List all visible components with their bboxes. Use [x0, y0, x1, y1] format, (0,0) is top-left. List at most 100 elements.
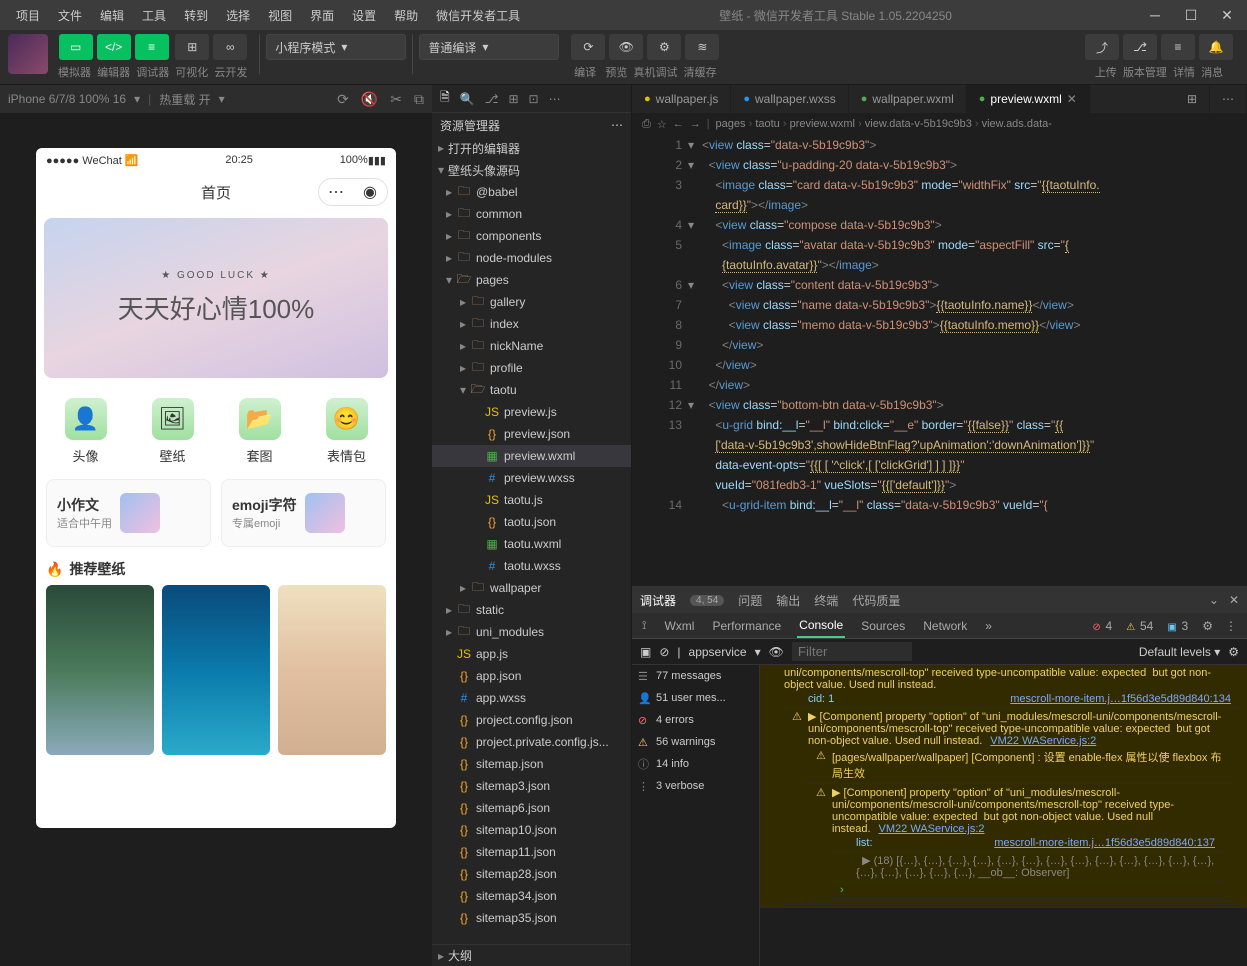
- tree-item[interactable]: {}app.json: [432, 665, 631, 687]
- tree-item[interactable]: ▸🗀wallpaper: [432, 577, 631, 599]
- tree-item[interactable]: #taotu.wxss: [432, 555, 631, 577]
- cloud-button[interactable]: ∞: [213, 34, 247, 60]
- mode-select[interactable]: 小程序模式▾: [266, 34, 406, 60]
- git-icon[interactable]: ⎇: [485, 92, 499, 106]
- minimize-button[interactable]: ─: [1143, 7, 1167, 24]
- log-entry[interactable]: ⚠▶ [Component] property "option" of "uni…: [808, 784, 1231, 902]
- compile-mode-select[interactable]: 普通编译▾: [419, 34, 559, 60]
- filter-input[interactable]: [792, 642, 912, 661]
- elements-icon[interactable]: ⟟: [640, 614, 648, 637]
- breadcrumb-item[interactable]: view.ads.data-: [982, 118, 1052, 130]
- settings-icon[interactable]: ⚙: [1200, 615, 1215, 637]
- thumb[interactable]: [162, 585, 270, 755]
- levels-select[interactable]: Default levels ▾: [1139, 645, 1220, 659]
- msg-filter[interactable]: 👤51 user mes...: [632, 687, 759, 709]
- maximize-button[interactable]: ☐: [1179, 7, 1203, 24]
- refresh-icon[interactable]: ⟳: [337, 91, 349, 108]
- fwd-icon[interactable]: →: [690, 118, 701, 130]
- msg-filter[interactable]: ⓘ14 info: [632, 753, 759, 775]
- log-source[interactable]: VM22 WAService.js:2: [990, 735, 1096, 747]
- close-button[interactable]: ✕: [1215, 7, 1239, 24]
- menu-item[interactable]: 项目: [8, 3, 48, 28]
- gear-icon[interactable]: ⚙: [1228, 645, 1239, 659]
- tree-item[interactable]: ▦taotu.wxml: [432, 533, 631, 555]
- clear-button[interactable]: ≋: [685, 34, 719, 60]
- device-select[interactable]: iPhone 6/7/8 100% 16: [8, 92, 126, 106]
- tree-item[interactable]: {}sitemap34.json: [432, 885, 631, 907]
- category-item[interactable]: 📂套图: [239, 398, 281, 465]
- breadcrumb-icon[interactable]: ⎙: [642, 118, 651, 131]
- outline-section[interactable]: ▸大纲: [432, 944, 631, 966]
- editor-tab[interactable]: ●wallpaper.js: [632, 85, 731, 113]
- breadcrumb-item[interactable]: pages: [716, 118, 746, 130]
- tree-item[interactable]: ▾🗁taotu: [432, 379, 631, 401]
- layout-icon[interactable]: ⊞: [508, 92, 518, 106]
- mute-icon[interactable]: 🔇: [361, 91, 378, 108]
- tree-item[interactable]: ▸🗀node-modules: [432, 247, 631, 269]
- phone-preview[interactable]: ●●●●● WeChat 📶 20:25 100% ▮▮▮ 首页 ⋯◉ ★ GO…: [36, 148, 396, 828]
- breadcrumb-item[interactable]: taotu: [755, 118, 779, 130]
- msg-filter[interactable]: ⊘4 errors: [632, 709, 759, 731]
- thumb[interactable]: [46, 585, 154, 755]
- breadcrumb-item[interactable]: view.data-v-5b19c9b3: [865, 118, 972, 130]
- popout-icon[interactable]: ⧉: [414, 91, 424, 108]
- tree-item[interactable]: JSapp.js: [432, 643, 631, 665]
- menu-item[interactable]: 视图: [260, 3, 300, 28]
- back-icon[interactable]: ←: [673, 118, 684, 130]
- preview-button[interactable]: 👁: [609, 34, 643, 60]
- tree-item[interactable]: ▸🗀@babel: [432, 181, 631, 203]
- tree-item[interactable]: {}preview.json: [432, 423, 631, 445]
- tree-item[interactable]: ▾🗁pages: [432, 269, 631, 291]
- tab-problems[interactable]: 问题: [738, 592, 762, 609]
- group-editors[interactable]: ▸打开的编辑器: [432, 137, 631, 159]
- tree-item[interactable]: ▸🗀components: [432, 225, 631, 247]
- tree-item[interactable]: {}sitemap35.json: [432, 907, 631, 929]
- tree-item[interactable]: ▸🗀uni_modules: [432, 621, 631, 643]
- tree-item[interactable]: {}project.private.config.js...: [432, 731, 631, 753]
- tree-item[interactable]: ▸🗀common: [432, 203, 631, 225]
- log-entry[interactable]: ▶ (18) [{…}, {…}, {…}, {…}, {…}, {…}, {……: [832, 852, 1223, 882]
- tab-network[interactable]: Network: [921, 615, 969, 637]
- upload-button[interactable]: ⤴: [1085, 34, 1119, 60]
- category-item[interactable]: 😊表情包: [326, 398, 368, 465]
- more-icon[interactable]: ⋯: [549, 92, 561, 106]
- thumb[interactable]: [278, 585, 386, 755]
- capsule-button[interactable]: ⋯◉: [318, 178, 388, 206]
- card-essay[interactable]: 小作文适合中午用: [46, 479, 211, 547]
- log-source[interactable]: mescroll-more-item.j…1f56d3e5d89d840:134: [1010, 693, 1231, 705]
- log-entry[interactable]: ⚠[pages/wallpaper/wallpaper] [Component]…: [808, 747, 1231, 784]
- tree-item[interactable]: JSpreview.js: [432, 401, 631, 423]
- tree-item[interactable]: {}sitemap28.json: [432, 863, 631, 885]
- simulator-button[interactable]: ▭: [59, 34, 93, 60]
- ext-icon[interactable]: ⊡: [529, 92, 539, 106]
- breadcrumb-item[interactable]: preview.wxml: [790, 118, 855, 130]
- log-entry[interactable]: cid: 1mescroll-more-item.j…1f56d3e5d89d8…: [784, 691, 1239, 708]
- clear-icon[interactable]: ⊘: [659, 645, 669, 659]
- compile-button[interactable]: ⟳: [571, 34, 605, 60]
- tree-item[interactable]: JStaotu.js: [432, 489, 631, 511]
- editor-tab[interactable]: ●wallpaper.wxss: [731, 85, 848, 113]
- context-select[interactable]: appservice: [689, 645, 747, 659]
- tree-item[interactable]: {}sitemap11.json: [432, 841, 631, 863]
- code-editor[interactable]: 1234567891011121314 ▾▾▾▾▾ <view class="d…: [632, 135, 1247, 586]
- editor-button[interactable]: </>: [97, 34, 131, 60]
- tree-item[interactable]: ▸🗀nickName: [432, 335, 631, 357]
- menu-item[interactable]: 文件: [50, 3, 90, 28]
- log-source[interactable]: VM22 WAService.js:2: [879, 823, 985, 835]
- tab-performance[interactable]: Performance: [710, 615, 783, 637]
- close-icon[interactable]: ✕: [1229, 593, 1239, 607]
- tab-more-icon[interactable]: ⋯: [1210, 85, 1247, 113]
- collapse-icon[interactable]: ⌄: [1209, 593, 1219, 607]
- tab-console[interactable]: Console: [797, 614, 845, 638]
- project-icon[interactable]: [8, 34, 48, 74]
- banner[interactable]: ★ GOOD LUCK ★ 天天好心情100%: [44, 218, 388, 378]
- tree-item[interactable]: {}sitemap6.json: [432, 797, 631, 819]
- console-log[interactable]: uni/components/mescroll-top" received ty…: [760, 665, 1247, 966]
- search-icon[interactable]: 🔍: [460, 92, 475, 106]
- msg-filter[interactable]: ☰77 messages: [632, 665, 759, 687]
- category-item[interactable]: 👤头像: [65, 398, 107, 465]
- console-prompt[interactable]: ›: [832, 882, 1223, 899]
- tab-debugger[interactable]: 调试器: [640, 592, 676, 609]
- tree-item[interactable]: #app.wxss: [432, 687, 631, 709]
- log-source[interactable]: mescroll-more-item.j…1f56d3e5d89d840:137: [994, 837, 1215, 849]
